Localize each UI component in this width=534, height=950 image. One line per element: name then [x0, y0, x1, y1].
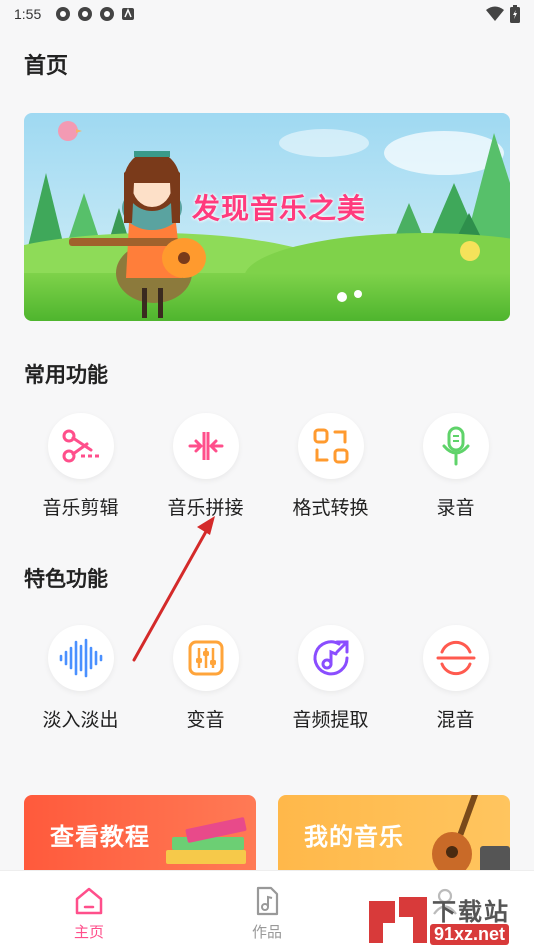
- status-bar: 1:55: [0, 0, 534, 28]
- home-banner[interactable]: 发现音乐之美: [24, 113, 510, 321]
- tool-format-convert[interactable]: 格式转换: [268, 413, 393, 520]
- convert-icon: [297, 413, 364, 479]
- my-music-card[interactable]: 我的音乐: [278, 795, 510, 870]
- keyboard-notification-icon: [122, 8, 135, 20]
- merge-icon: [172, 413, 239, 479]
- watermark-url: 91xz.net: [430, 924, 510, 945]
- tool-music-merge[interactable]: 音乐拼接: [143, 413, 268, 520]
- tutorial-card-label: 查看教程: [50, 824, 150, 851]
- scissors-icon: [47, 413, 114, 479]
- common-tools-grid: 音乐剪辑 音乐拼接 格式转换 录音: [0, 413, 534, 520]
- nav-works[interactable]: 作品: [178, 871, 356, 950]
- books-icon: [166, 817, 247, 864]
- page-title: 首页: [24, 53, 69, 78]
- tool-record[interactable]: 录音: [393, 413, 518, 520]
- tool-label: 格式转换: [292, 498, 369, 519]
- status-time: 1:55: [14, 6, 42, 22]
- section-title-featured: 特色功能: [24, 568, 108, 591]
- nav-label: 作品: [251, 924, 282, 941]
- waveform-icon: [47, 625, 114, 691]
- tool-label: 音乐拼接: [167, 498, 244, 519]
- tool-mix[interactable]: 混音: [393, 625, 518, 732]
- tool-label: 混音: [436, 710, 475, 731]
- app-notification-icon: [100, 7, 115, 21]
- status-system-icons: [486, 5, 520, 23]
- watermark-text: 下载站: [432, 899, 510, 926]
- tool-label: 淡入淡出: [42, 710, 119, 731]
- microphone-icon: [422, 413, 489, 479]
- tool-label: 变音: [186, 710, 225, 731]
- tool-audio-extract[interactable]: 音频提取: [268, 625, 393, 732]
- tool-label: 音乐剪辑: [42, 498, 119, 519]
- equalizer-icon: [172, 625, 239, 691]
- banner-headline: 发现音乐之美: [192, 193, 367, 224]
- guitar-icon: [432, 795, 510, 870]
- section-title-common: 常用功能: [24, 364, 108, 387]
- tool-fade[interactable]: 淡入淡出: [18, 625, 143, 732]
- music-extract-icon: [297, 625, 364, 691]
- status-notification-icons: [55, 6, 135, 22]
- battery-icon: [510, 5, 520, 23]
- my-music-card-label: 我的音乐: [304, 824, 404, 851]
- mix-icon: [422, 625, 489, 691]
- nav-home[interactable]: 主页: [0, 871, 178, 950]
- app-notification-icon: [78, 7, 93, 21]
- tool-label: 录音: [436, 498, 475, 519]
- home-icon: [75, 887, 103, 915]
- music-file-icon: [256, 886, 279, 916]
- promo-cards: 查看教程 我的音乐: [24, 795, 510, 870]
- tool-voice-change[interactable]: 变音: [143, 625, 268, 732]
- wifi-icon: [486, 6, 504, 21]
- watermark-logo: [369, 897, 427, 943]
- nav-label: 主页: [73, 924, 104, 941]
- tool-label: 音频提取: [292, 710, 369, 731]
- tutorial-card[interactable]: 查看教程: [24, 795, 256, 870]
- tool-music-cut[interactable]: 音乐剪辑: [18, 413, 143, 520]
- featured-tools-grid: 淡入淡出 变音 音频提取 混音: [0, 625, 534, 732]
- app-notification-icon: [56, 7, 71, 21]
